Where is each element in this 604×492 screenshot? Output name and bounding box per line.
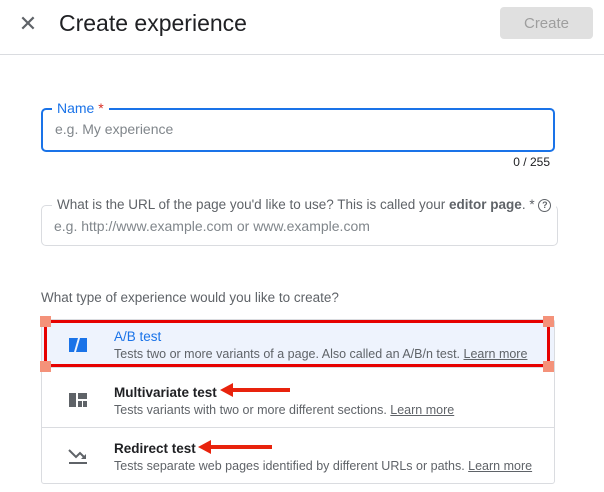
type-title: Multivariate test <box>114 385 217 400</box>
type-desc-text: Tests variants with two or more differen… <box>114 403 387 417</box>
page-title: Create experience <box>59 10 247 36</box>
dialog-header: ✕ Create experience Create <box>0 0 604 55</box>
character-counter: 0 / 255 <box>513 155 550 169</box>
learn-more-link[interactable]: Learn more <box>468 459 532 473</box>
type-option-multivariate-test[interactable]: Multivariate test Tests variants with tw… <box>42 368 554 428</box>
type-desc-text: Tests separate web pages identified by d… <box>114 459 465 473</box>
url-label: What is the URL of the page you'd like t… <box>52 197 557 212</box>
type-description: Tests variants with two or more differen… <box>114 403 454 417</box>
redirect-test-icon <box>68 449 87 464</box>
url-label-bold: editor page <box>449 197 522 212</box>
editor-page-url-input[interactable]: What is the URL of the page you'd like t… <box>41 197 558 246</box>
multivariate-test-icon <box>69 393 87 407</box>
close-icon[interactable]: ✕ <box>16 12 40 36</box>
arrow-annotation <box>220 383 290 397</box>
type-title: Redirect test <box>114 441 196 456</box>
url-label-prefix: What is the URL of the page you'd like t… <box>57 197 450 212</box>
create-button[interactable]: Create <box>500 7 593 39</box>
type-description: Tests separate web pages identified by d… <box>114 459 532 473</box>
type-option-redirect-test[interactable]: Redirect test Tests separate web pages i… <box>42 428 554 484</box>
name-input[interactable]: Name * e.g. My experience <box>41 100 555 152</box>
resize-handle <box>543 316 554 327</box>
resize-handle <box>543 361 554 372</box>
learn-more-link[interactable]: Learn more <box>390 403 454 417</box>
url-placeholder: e.g. http://www.example.com or www.examp… <box>54 218 370 234</box>
experience-type-question: What type of experience would you like t… <box>41 290 339 305</box>
name-placeholder: e.g. My experience <box>55 121 174 137</box>
required-marker: * <box>98 100 104 116</box>
resize-handle <box>40 361 51 372</box>
url-label-suffix: . * <box>521 197 535 212</box>
resize-handle <box>40 316 51 327</box>
name-label: Name * <box>52 100 109 116</box>
help-icon[interactable]: ? <box>538 199 552 212</box>
highlight-annotation <box>44 320 550 367</box>
arrow-annotation <box>198 440 272 454</box>
name-label-text: Name <box>57 100 95 116</box>
